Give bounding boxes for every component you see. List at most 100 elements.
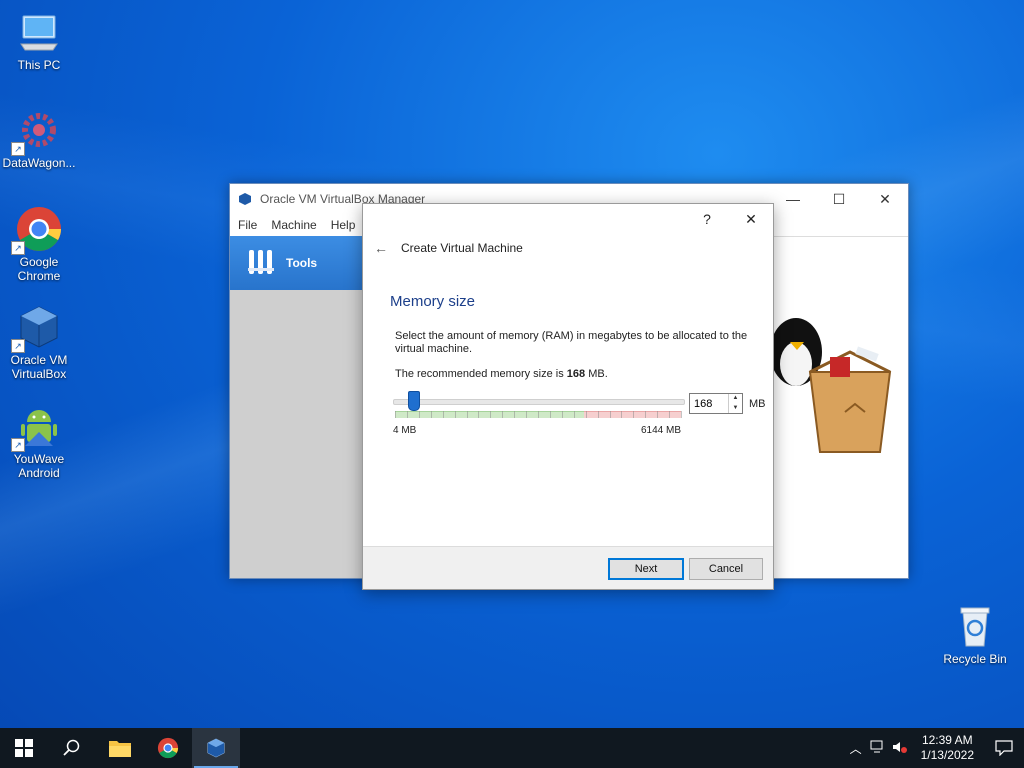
maximize-button[interactable]: ☐: [816, 184, 862, 214]
system-tray: ︿ 12:39 AM 1/13/2022: [845, 728, 1024, 768]
memory-description: Select the amount of memory (RAM) in meg…: [395, 330, 748, 355]
clock-time: 12:39 AM: [921, 733, 973, 747]
virtualbox-icon: ↗: [11, 303, 63, 353]
slider-tick: [490, 411, 491, 418]
slider-tick: [657, 411, 658, 418]
slider-tick: [574, 411, 575, 418]
slider-tick: [395, 411, 396, 418]
virtualbox-logo-icon: [239, 193, 251, 205]
folder-icon: [109, 741, 131, 757]
spin-down-icon[interactable]: ▼: [729, 404, 742, 414]
help-button[interactable]: ?: [685, 204, 729, 234]
notification-button[interactable]: [984, 728, 1024, 768]
network-icon[interactable]: [867, 740, 889, 757]
slider-track[interactable]: [393, 399, 685, 405]
file-explorer-button[interactable]: [96, 728, 144, 768]
slider-tick: [645, 411, 646, 418]
chevron-up-icon[interactable]: ︿: [845, 740, 867, 757]
clock[interactable]: 12:39 AM 1/13/2022: [921, 733, 974, 763]
slider-tick: [526, 411, 527, 418]
desktop-icon-label: Oracle VM VirtualBox: [10, 353, 68, 381]
create-vm-dialog: ? ✕ ← Create Virtual Machine Memory size…: [362, 203, 774, 590]
shortcut-arrow-icon: ↗: [11, 339, 25, 353]
slider-tick: [431, 411, 432, 418]
close-button[interactable]: ✕: [862, 184, 908, 214]
desktop-icon-label: Recycle Bin: [943, 652, 1007, 666]
slider-tick: [621, 411, 622, 418]
slider-tick: [443, 411, 444, 418]
menu-machine[interactable]: Machine: [271, 218, 316, 232]
slider-tick: [538, 411, 539, 418]
slider-tick: [478, 411, 479, 418]
slider-tick: [514, 411, 515, 418]
slider-tick: [681, 411, 682, 418]
dialog-close-button[interactable]: ✕: [729, 204, 773, 234]
menu-help[interactable]: Help: [331, 218, 356, 232]
slider-tick: [669, 411, 670, 418]
clock-date: 1/13/2022: [920, 748, 974, 762]
desktop-icon-virtualbox[interactable]: ↗ Oracle VM VirtualBox: [0, 303, 78, 381]
slider-tick: [610, 411, 611, 418]
page-title: Memory size: [390, 293, 476, 310]
virtualbox-taskbar-button[interactable]: [192, 728, 240, 768]
memory-unit: MB: [749, 398, 766, 410]
cancel-button[interactable]: Cancel: [689, 558, 763, 580]
desktop-icon-datawagon[interactable]: ↗ DataWagon...: [0, 106, 78, 170]
slider-tick: [419, 411, 420, 418]
slider-tick: [562, 411, 563, 418]
machine-list-pane: Tools: [230, 236, 364, 578]
menu-file[interactable]: File: [238, 218, 257, 232]
recommended-memory-text: The recommended memory size is 168 MB.: [395, 368, 608, 380]
chrome-icon: [157, 737, 179, 759]
desktop-icon-label: DataWagon...: [2, 156, 76, 170]
slider-tick: [633, 411, 634, 418]
spin-up-icon[interactable]: ▲: [729, 394, 742, 404]
windows-logo-icon: [15, 739, 33, 757]
virtualbox-icon: [207, 738, 225, 758]
back-arrow-icon[interactable]: ←: [371, 238, 391, 258]
slider-tick: [407, 411, 408, 418]
search-button[interactable]: [48, 728, 96, 768]
dialog-titlebar[interactable]: ? ✕: [363, 204, 773, 234]
chrome-taskbar-button[interactable]: [144, 728, 192, 768]
computer-icon: [15, 8, 63, 56]
minimize-button[interactable]: —: [770, 184, 816, 214]
memory-input[interactable]: [690, 394, 728, 413]
notification-icon: [995, 740, 1013, 756]
volume-muted-icon[interactable]: [889, 740, 911, 757]
taskbar: ︿ 12:39 AM 1/13/2022: [0, 728, 1024, 768]
slider-tick: [586, 411, 587, 418]
dialog-title: Create Virtual Machine: [401, 241, 523, 255]
desktop-icon-label: Google Chrome: [17, 255, 61, 283]
dialog-header: ← Create Virtual Machine: [363, 234, 773, 262]
shortcut-arrow-icon: ↗: [11, 241, 25, 255]
shortcut-arrow-icon: ↗: [11, 438, 25, 452]
tux-toolbox-illustration: [770, 318, 892, 453]
memory-slider[interactable]: [393, 391, 685, 421]
slider-tick: [598, 411, 599, 418]
tools-label: Tools: [286, 256, 318, 270]
slider-ticks: [395, 411, 682, 418]
recommended-prefix: The recommended memory size is: [395, 368, 567, 380]
dialog-footer: Next Cancel: [363, 546, 773, 589]
start-button[interactable]: [0, 728, 48, 768]
desktop-icon-this-pc[interactable]: This PC: [0, 8, 78, 72]
next-button[interactable]: Next: [608, 558, 684, 580]
recommended-suffix: MB.: [585, 368, 608, 380]
recommended-value: 168: [566, 368, 586, 380]
desktop-icon-label: This PC: [17, 58, 61, 72]
chrome-icon: ↗: [11, 205, 63, 255]
search-icon: [63, 739, 80, 756]
memory-spinbox[interactable]: ▲ ▼: [689, 393, 743, 414]
tools-item[interactable]: Tools: [230, 236, 364, 290]
desktop-icon-chrome[interactable]: ↗ Google Chrome: [0, 205, 78, 283]
desktop-icon-label: YouWave Android: [13, 452, 65, 480]
slider-tick: [455, 411, 456, 418]
slider-min-label: 4 MB: [393, 425, 417, 436]
recycle-bin-icon: [951, 602, 999, 650]
desktop-icon-recycle-bin[interactable]: Recycle Bin: [936, 602, 1014, 666]
slider-tick: [467, 411, 468, 418]
slider-thumb[interactable]: [408, 391, 420, 411]
slider-tick: [550, 411, 551, 418]
desktop-icon-youwave[interactable]: ↗ YouWave Android: [0, 402, 78, 480]
